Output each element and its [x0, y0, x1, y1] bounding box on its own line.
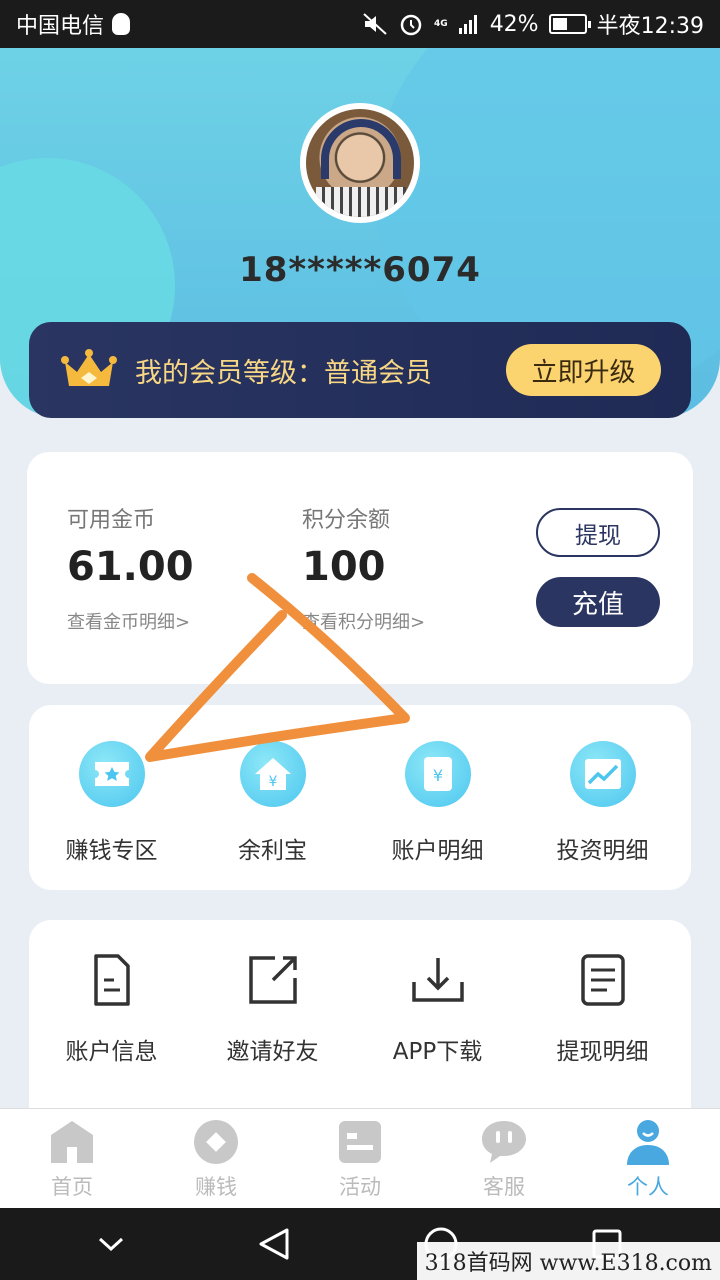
vip-banner: 我的会员等级：普通会员 立即升级	[29, 322, 691, 418]
avatar[interactable]	[300, 103, 420, 223]
signal-icon: 4G	[434, 18, 448, 29]
home-icon	[51, 1120, 93, 1163]
grid-item-label: 赚钱专区	[65, 838, 158, 864]
bottom-tab-bar: 首页 赚钱 活动 客服 个人	[0, 1108, 720, 1208]
grid-item-label: 投资明细	[556, 838, 649, 864]
alarm-icon	[400, 14, 422, 36]
tab-label: 赚钱	[195, 1174, 237, 1199]
recharge-button[interactable]: 充值	[536, 577, 660, 627]
grid-item-invite-friends[interactable]: 邀请好友	[190, 952, 355, 1066]
signal-bars-icon	[458, 15, 477, 34]
grid-item-app-download[interactable]: APP下载	[355, 952, 520, 1066]
grid-item-account-info[interactable]: 账户信息	[29, 952, 194, 1066]
status-bar: 中国电信 4G 42% 半夜12:39	[0, 0, 720, 48]
carrier-label: 中国电信	[16, 14, 105, 39]
tab-label: 活动	[339, 1174, 381, 1199]
grid-item-label: 账户信息	[65, 1039, 158, 1065]
points-value: 100	[302, 544, 386, 590]
grid-item-earn-zone[interactable]: 赚钱专区	[29, 741, 194, 865]
share-icon	[248, 956, 297, 1004]
ticket-icon	[78, 741, 145, 807]
user-phone: 18*****6074	[239, 250, 481, 290]
points-label: 积分余额	[302, 508, 391, 533]
svg-text:¥: ¥	[268, 774, 277, 790]
balance-card: 可用金币 61.00 查看金币明细> 积分余额 100 查看积分明细> 提现 充…	[27, 452, 693, 684]
tab-home[interactable]: 首页	[0, 1109, 144, 1208]
svg-text:¥: ¥	[432, 766, 442, 785]
grid-item-label: APP下载	[392, 1039, 483, 1065]
grid-item-label: 提现明细	[556, 1039, 649, 1065]
feature-grid: 赚钱专区 ¥ 余利宝 ¥ 账户明细 投资明细	[29, 705, 691, 890]
back-icon[interactable]	[257, 1226, 291, 1262]
yuan-house-icon: ¥	[239, 741, 306, 807]
chat-icon	[482, 1120, 526, 1163]
vip-level-text: 我的会员等级：普通会员	[135, 357, 432, 389]
grid-item-label: 邀请好友	[226, 1039, 319, 1065]
download-icon	[411, 958, 464, 1002]
grid-item-account-detail[interactable]: ¥ 账户明细	[355, 741, 520, 865]
battery-icon	[548, 14, 591, 34]
grid-item-investment-detail[interactable]: 投资明细	[520, 741, 685, 865]
grid-item-label: 余利宝	[238, 838, 307, 864]
grid-item-yulibao[interactable]: ¥ 余利宝	[190, 741, 355, 865]
yuan-receipt-icon: ¥	[404, 741, 471, 807]
upgrade-button[interactable]: 立即升级	[506, 344, 661, 396]
tab-label: 首页	[51, 1174, 93, 1199]
withdraw-button[interactable]: 提现	[536, 508, 660, 557]
coins-label: 可用金币	[67, 508, 156, 533]
earn-icon	[194, 1119, 238, 1164]
coins-value: 61.00	[67, 544, 194, 590]
chevron-down-icon[interactable]	[96, 1234, 126, 1254]
clock: 半夜12:39	[596, 14, 704, 39]
list-icon	[580, 954, 625, 1006]
tab-earn[interactable]: 赚钱	[144, 1109, 288, 1208]
tab-customer-service[interactable]: 客服	[432, 1109, 576, 1208]
document-icon	[93, 954, 130, 1006]
grid-item-label: 账户明细	[391, 838, 484, 864]
tab-activity[interactable]: 活动	[288, 1109, 432, 1208]
qq-icon	[112, 13, 131, 35]
mute-icon	[363, 13, 387, 35]
person-icon	[627, 1119, 669, 1165]
battery-percent: 42%	[489, 11, 539, 37]
service-grid: 账户信息 邀请好友 APP下载 提现明细	[29, 920, 691, 1130]
coins-detail-link[interactable]: 查看金币明细>	[67, 608, 190, 634]
grid-item-withdraw-detail[interactable]: 提现明细	[520, 952, 685, 1066]
activity-icon	[339, 1120, 381, 1163]
trend-chart-icon	[569, 741, 636, 807]
watermark: 318首码网 www.E318.com	[416, 1242, 720, 1280]
crown-icon	[61, 349, 117, 386]
tab-label: 个人	[627, 1174, 669, 1199]
points-detail-link[interactable]: 查看积分明细>	[302, 608, 425, 634]
tab-label: 客服	[483, 1174, 525, 1199]
tab-profile[interactable]: 个人	[576, 1109, 720, 1208]
